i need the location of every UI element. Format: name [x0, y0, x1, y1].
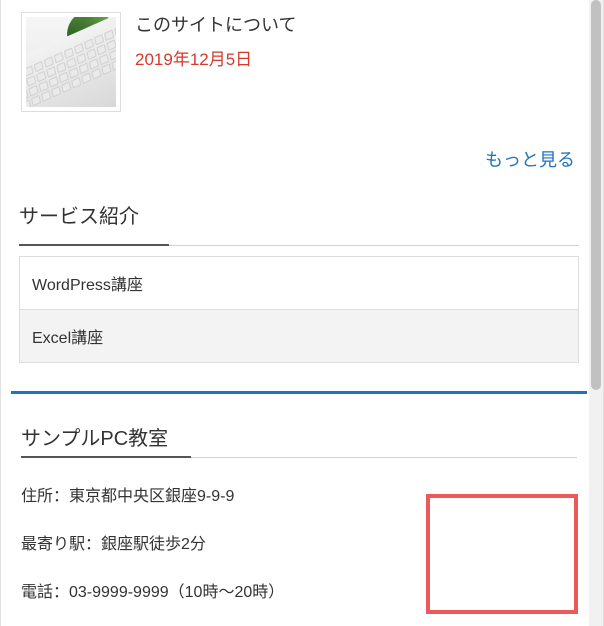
scrollbar-thumb[interactable] [591, 0, 601, 390]
more-link-row: もっと見る [11, 118, 587, 180]
services-menu: WordPress講座 Excel講座 [19, 256, 579, 363]
more-link[interactable]: もっと見る [485, 150, 575, 170]
post-meta: このサイトについて 2019年12月5日 [135, 12, 296, 112]
footer-address: 住所：東京都中央区銀座9-9-9 [21, 482, 577, 506]
menu-item-wordpress[interactable]: WordPress講座 [20, 257, 578, 309]
footer: サンプルPC教室 住所：東京都中央区銀座9-9-9 最寄り駅：銀座駅徒歩2分 電… [11, 391, 587, 602]
post-item: このサイトについて 2019年12月5日 [11, 0, 587, 118]
footer-phone: 電話：03-9999-9999（10時〜20時） [21, 578, 577, 602]
services-heading: サービス紹介 [19, 200, 579, 235]
heading-underline [19, 245, 579, 246]
footer-heading-underline [21, 457, 577, 458]
footer-station: 最寄り駅：銀座駅徒歩2分 [21, 530, 577, 554]
post-date: 2019年12月5日 [135, 45, 296, 70]
post-title-link[interactable]: このサイトについて [135, 12, 296, 39]
footer-heading: サンプルPC教室 [21, 422, 577, 457]
vertical-scrollbar[interactable] [589, 0, 603, 626]
thumbnail-image [26, 17, 116, 107]
menu-item-excel[interactable]: Excel講座 [20, 309, 578, 362]
post-thumbnail[interactable] [21, 12, 121, 112]
page: このサイトについて 2019年12月5日 もっと見る サービス紹介 WordPr… [0, 0, 604, 626]
content-area: このサイトについて 2019年12月5日 もっと見る サービス紹介 WordPr… [11, 0, 593, 602]
